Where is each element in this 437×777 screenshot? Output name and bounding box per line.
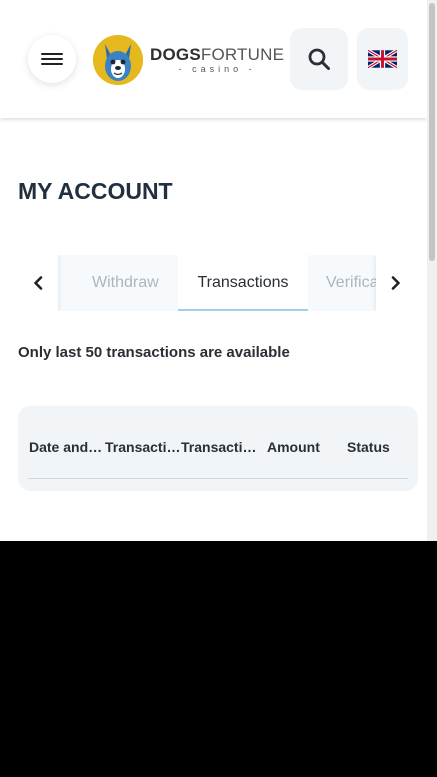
tab-transactions[interactable]: Transactions	[178, 255, 308, 311]
tabs-next-button[interactable]	[376, 255, 416, 311]
column-header-date[interactable]: Date and …	[29, 439, 105, 455]
uk-flag-icon	[368, 50, 397, 68]
brand-subtitle: - casino -	[178, 64, 256, 74]
search-button[interactable]	[290, 28, 348, 90]
transactions-limit-notice: Only last 50 transactions are available	[18, 344, 290, 361]
column-header-transaction-type[interactable]: Transacti…	[181, 439, 257, 455]
tabs-prev-button[interactable]	[18, 255, 58, 311]
site-logo[interactable]: DOGSFORTUNE - casino -	[93, 35, 284, 85]
hamburger-menu-icon	[41, 50, 63, 68]
menu-button[interactable]	[28, 35, 76, 83]
transactions-table: Date and … Transacti… Transacti… Amount …	[18, 406, 418, 491]
account-tabs: Withdraw Transactions Verifica	[18, 255, 416, 311]
language-button[interactable]	[357, 28, 408, 90]
table-divider	[28, 478, 408, 479]
chevron-left-icon	[34, 276, 43, 290]
column-header-transaction-id[interactable]: Transacti…	[105, 439, 181, 455]
brand-name: DOGSFORTUNE	[150, 45, 285, 64]
site-header: DOGSFORTUNE - casino -	[0, 0, 427, 118]
active-tab-indicator	[178, 309, 308, 311]
search-icon	[308, 48, 330, 70]
scrollbar-thumb[interactable]	[429, 3, 435, 261]
column-header-status[interactable]: Status	[347, 439, 390, 455]
tab-withdraw[interactable]: Withdraw	[92, 255, 159, 311]
column-header-amount[interactable]: Amount	[267, 439, 320, 455]
tab-verification[interactable]: Verifica	[326, 255, 376, 311]
french-bulldog-logo	[93, 35, 143, 85]
tab-transactions-label: Transactions	[197, 274, 289, 291]
chevron-right-icon	[391, 276, 400, 290]
page-title: MY ACCOUNT	[18, 178, 173, 204]
page: DOGSFORTUNE - casino - MY ACCOUNT Withdr…	[0, 0, 437, 541]
